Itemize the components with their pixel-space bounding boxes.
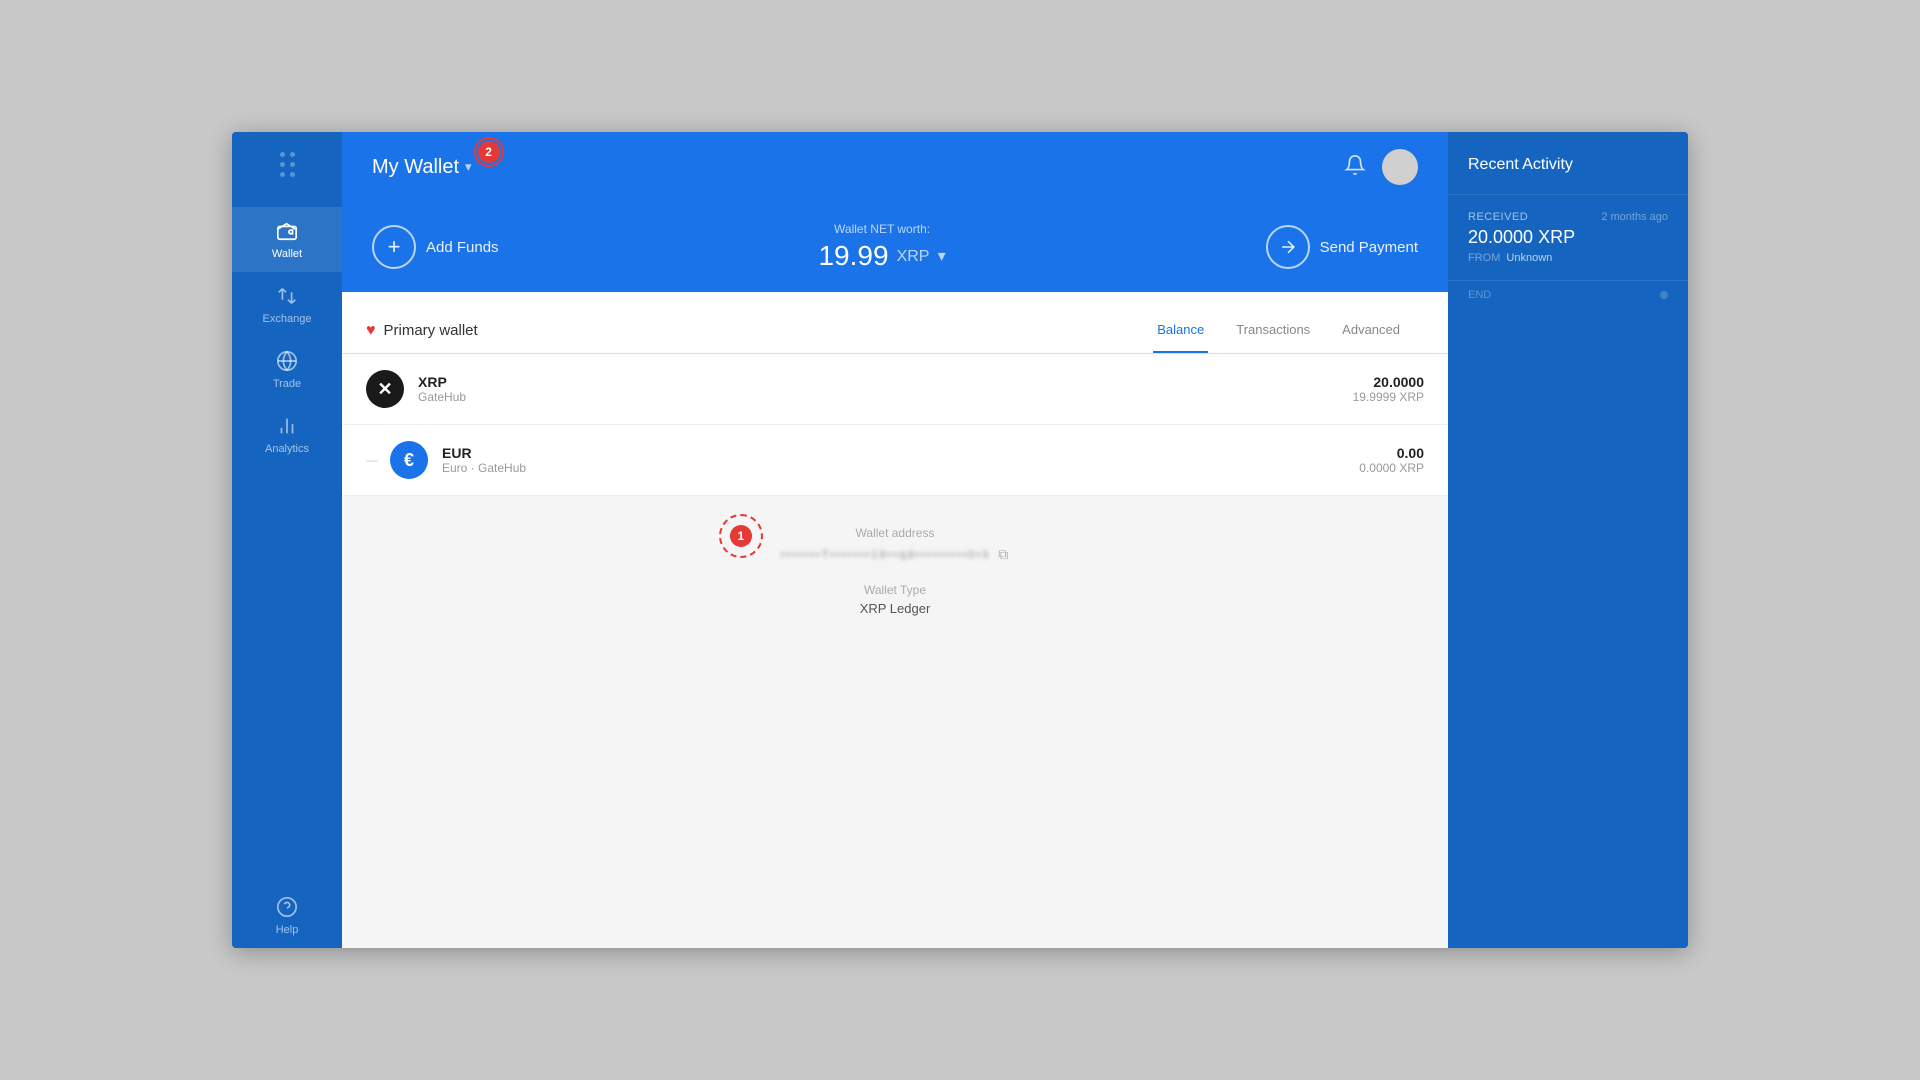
activity-type: RECEIVED bbox=[1468, 211, 1528, 223]
wallet-address-section: 1 Wallet address r••••••T•••••••19••qd••… bbox=[781, 526, 1009, 563]
favorite-icon: ♥ bbox=[366, 322, 376, 340]
activity-type-row: RECEIVED 2 months ago bbox=[1468, 211, 1668, 223]
eur-balance-xrp: 0.0000 XRP bbox=[1359, 461, 1424, 475]
help-icon bbox=[275, 895, 299, 919]
activity-item-0: RECEIVED 2 months ago 20.0000 XRP FROM U… bbox=[1448, 195, 1688, 281]
net-worth-value: 19.99 XRP ▾ bbox=[818, 240, 945, 272]
tab-advanced[interactable]: Advanced bbox=[1338, 308, 1404, 353]
wallet-icon bbox=[275, 219, 299, 243]
eur-icon: € bbox=[390, 441, 428, 479]
wallet-type-label: Wallet Type bbox=[860, 583, 931, 597]
sidebar-item-analytics[interactable]: Analytics bbox=[232, 402, 342, 467]
xrp-name: XRP bbox=[418, 374, 1353, 390]
tab-balance[interactable]: Balance bbox=[1153, 308, 1208, 353]
wallet-name-label: Primary wallet bbox=[384, 322, 478, 339]
sidebar-logo-dots bbox=[280, 152, 295, 177]
sidebar-item-wallet[interactable]: Wallet bbox=[232, 207, 342, 272]
net-worth-number: 19.99 bbox=[818, 240, 888, 272]
sidebar-item-exchange[interactable]: Exchange bbox=[232, 272, 342, 337]
wallet-type-section: Wallet Type XRP Ledger bbox=[860, 583, 931, 616]
copy-address-button[interactable]: ⧉ bbox=[998, 546, 1009, 563]
eur-issuer: Euro · GateHub bbox=[442, 461, 1359, 475]
tab-transactions[interactable]: Transactions bbox=[1232, 308, 1314, 353]
sidebar-help-label: Help bbox=[276, 924, 299, 936]
xrp-icon: ✕ bbox=[366, 370, 404, 408]
activity-from-row: FROM Unknown bbox=[1468, 252, 1668, 264]
sidebar: Wallet Exchange Trade bbox=[232, 132, 342, 948]
sidebar-trade-label: Trade bbox=[273, 378, 301, 390]
content-area: ♥ Primary wallet Balance Transactions Ad… bbox=[342, 292, 1448, 948]
eur-values: 0.00 0.0000 XRP bbox=[1359, 445, 1424, 475]
activity-from-value: Unknown bbox=[1506, 252, 1552, 264]
recent-activity-title: Recent Activity bbox=[1448, 132, 1688, 195]
trust-indicator: — bbox=[366, 453, 380, 467]
right-panel: Recent Activity RECEIVED 2 months ago 20… bbox=[1448, 132, 1688, 948]
activity-end-dot bbox=[1660, 291, 1668, 299]
add-funds-button[interactable]: + Add Funds bbox=[372, 225, 499, 269]
exchange-icon bbox=[275, 284, 299, 308]
analytics-icon bbox=[275, 414, 299, 438]
wallet-name: ♥ Primary wallet bbox=[366, 322, 478, 340]
header-right bbox=[1344, 149, 1418, 185]
activity-time: 2 months ago bbox=[1601, 211, 1668, 223]
sidebar-analytics-label: Analytics bbox=[265, 443, 309, 455]
main-area: My Wallet ▾ 2 bbox=[342, 132, 1448, 948]
wallet-address-label: Wallet address bbox=[781, 526, 1009, 540]
wallet-tabs: Balance Transactions Advanced bbox=[1153, 308, 1424, 353]
sidebar-exchange-label: Exchange bbox=[263, 313, 312, 325]
net-worth-label: Wallet NET worth: bbox=[818, 222, 945, 236]
sidebar-item-help[interactable]: Help bbox=[232, 883, 342, 948]
currency-dropdown-arrow[interactable]: ▾ bbox=[938, 248, 946, 265]
wallet-address-value: r••••••T•••••••19••qd•••••••••0•3 bbox=[781, 549, 990, 561]
header-dropdown-arrow[interactable]: ▾ bbox=[465, 159, 472, 175]
asset-list: ✕ XRP GateHub 20.0000 19.9999 XRP — € EU… bbox=[342, 354, 1448, 496]
eur-balance: 0.00 bbox=[1359, 445, 1424, 461]
add-funds-icon: + bbox=[372, 225, 416, 269]
asset-row-eur[interactable]: — € EUR Euro · GateHub 0.00 0.0000 XRP bbox=[342, 425, 1448, 496]
net-worth-currency: XRP ▾ bbox=[897, 246, 946, 266]
xrp-info: XRP GateHub bbox=[418, 374, 1353, 404]
net-worth-section: Wallet NET worth: 19.99 XRP ▾ bbox=[818, 222, 945, 272]
add-funds-label: Add Funds bbox=[426, 239, 499, 256]
eur-name: EUR bbox=[442, 445, 1359, 461]
activity-amount: 20.0000 XRP bbox=[1468, 227, 1668, 248]
avatar[interactable] bbox=[1382, 149, 1418, 185]
send-payment-label: Send Payment bbox=[1320, 239, 1418, 256]
wallet-address: r••••••T•••••••19••qd•••••••••0•3 ⧉ bbox=[781, 546, 1009, 563]
activity-end-section: END bbox=[1448, 281, 1688, 309]
xrp-balance-xrp: 19.9999 XRP bbox=[1353, 390, 1424, 404]
wallet-type-value: XRP Ledger bbox=[860, 601, 931, 616]
header-left: My Wallet ▾ 2 bbox=[372, 156, 472, 179]
asset-row-xrp[interactable]: ✕ XRP GateHub 20.0000 19.9999 XRP bbox=[342, 354, 1448, 425]
action-bar: + Add Funds Wallet NET worth: 19.99 XRP … bbox=[342, 202, 1448, 292]
bottom-area: 1 Wallet address r••••••T•••••••19••qd••… bbox=[342, 496, 1448, 948]
xrp-values: 20.0000 19.9999 XRP bbox=[1353, 374, 1424, 404]
step-badge-1: 1 bbox=[730, 525, 752, 547]
wallet-header: ♥ Primary wallet Balance Transactions Ad… bbox=[342, 292, 1448, 354]
xrp-balance: 20.0000 bbox=[1353, 374, 1424, 390]
sidebar-wallet-label: Wallet bbox=[272, 248, 302, 260]
activity-from-label: FROM bbox=[1468, 252, 1500, 264]
page-title: My Wallet bbox=[372, 156, 459, 179]
trade-icon bbox=[275, 349, 299, 373]
activity-end-label: END bbox=[1468, 289, 1491, 301]
xrp-issuer: GateHub bbox=[418, 390, 1353, 404]
send-payment-button[interactable]: Send Payment bbox=[1266, 225, 1418, 269]
sidebar-item-trade[interactable]: Trade bbox=[232, 337, 342, 402]
eur-info: EUR Euro · GateHub bbox=[442, 445, 1359, 475]
step-badge-2: 2 bbox=[478, 141, 500, 163]
send-payment-icon bbox=[1266, 225, 1310, 269]
top-header: My Wallet ▾ 2 bbox=[342, 132, 1448, 202]
notification-bell[interactable] bbox=[1344, 154, 1366, 181]
